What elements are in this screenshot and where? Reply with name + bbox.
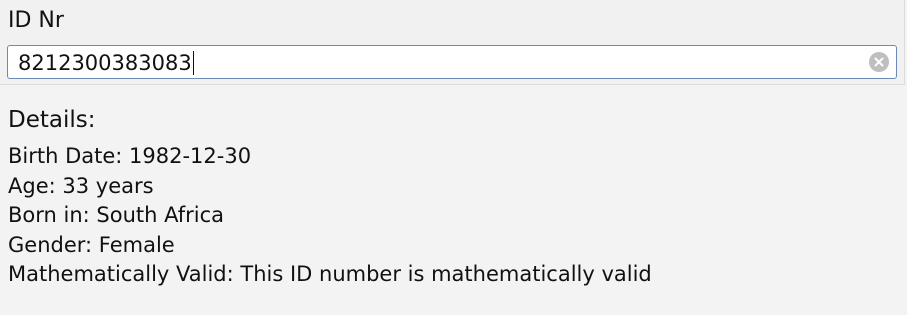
- detail-age: Age: 33 years: [8, 173, 154, 198]
- text-caret: [192, 51, 194, 75]
- clear-input-button[interactable]: [869, 52, 889, 72]
- id-input-panel: ID Nr 8212300383083: [0, 0, 905, 85]
- id-number-input[interactable]: 8212300383083: [7, 45, 897, 79]
- id-nr-label: ID Nr: [8, 8, 64, 33]
- detail-gender: Gender: Female: [8, 232, 175, 257]
- clear-circle-icon: [874, 57, 884, 67]
- details-section: Details: Birth Date: 1982-12-30 Age: 33 …: [8, 104, 652, 290]
- detail-birth-date: Birth Date: 1982-12-30: [8, 144, 252, 168]
- details-heading: Details:: [8, 107, 96, 133]
- id-number-value[interactable]: 8212300383083: [18, 50, 194, 76]
- detail-born-in: Born in: South Africa: [8, 203, 224, 227]
- detail-mathematically-valid: Mathematically Valid: This ID number is …: [8, 262, 652, 286]
